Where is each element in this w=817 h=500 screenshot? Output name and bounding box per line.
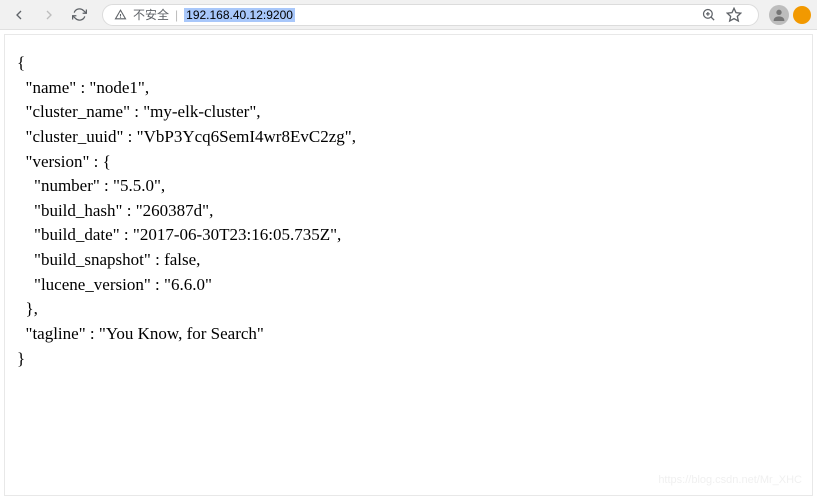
bookmark-star-icon[interactable] (724, 5, 744, 25)
json-tagline: You Know, for Search (106, 324, 257, 343)
address-bar[interactable]: 不安全 | 192.168.40.12:9200 (102, 4, 759, 26)
reload-button[interactable] (66, 2, 92, 28)
json-cluster-uuid: VbP3Ycq6SemI4wr8EvC2zg (144, 127, 345, 146)
response-body: { "name" : "node1", "cluster_name" : "my… (4, 34, 813, 496)
forward-button[interactable] (36, 2, 62, 28)
json-build-hash: 260387d (143, 201, 203, 220)
json-cluster-name: my-elk-cluster (150, 102, 249, 121)
json-lucene-version: 6.6.0 (171, 275, 205, 294)
json-version-number: 5.5.0 (120, 176, 154, 195)
zoom-icon[interactable] (698, 5, 718, 25)
browser-toolbar: 不安全 | 192.168.40.12:9200 (0, 0, 817, 30)
not-secure-icon (113, 8, 127, 22)
back-button[interactable] (6, 2, 32, 28)
notification-badge[interactable] (793, 6, 811, 24)
json-build-date: 2017-06-30T23:16:05.735Z (140, 225, 330, 244)
url-text: 192.168.40.12:9200 (184, 8, 295, 22)
divider: | (175, 8, 178, 22)
json-name: node1 (96, 78, 138, 97)
profile-avatar[interactable] (769, 5, 789, 25)
json-build-snapshot: false (164, 250, 196, 269)
not-secure-label: 不安全 (133, 6, 169, 23)
watermark: https://blog.csdn.net/Mr_XHC (658, 473, 802, 489)
